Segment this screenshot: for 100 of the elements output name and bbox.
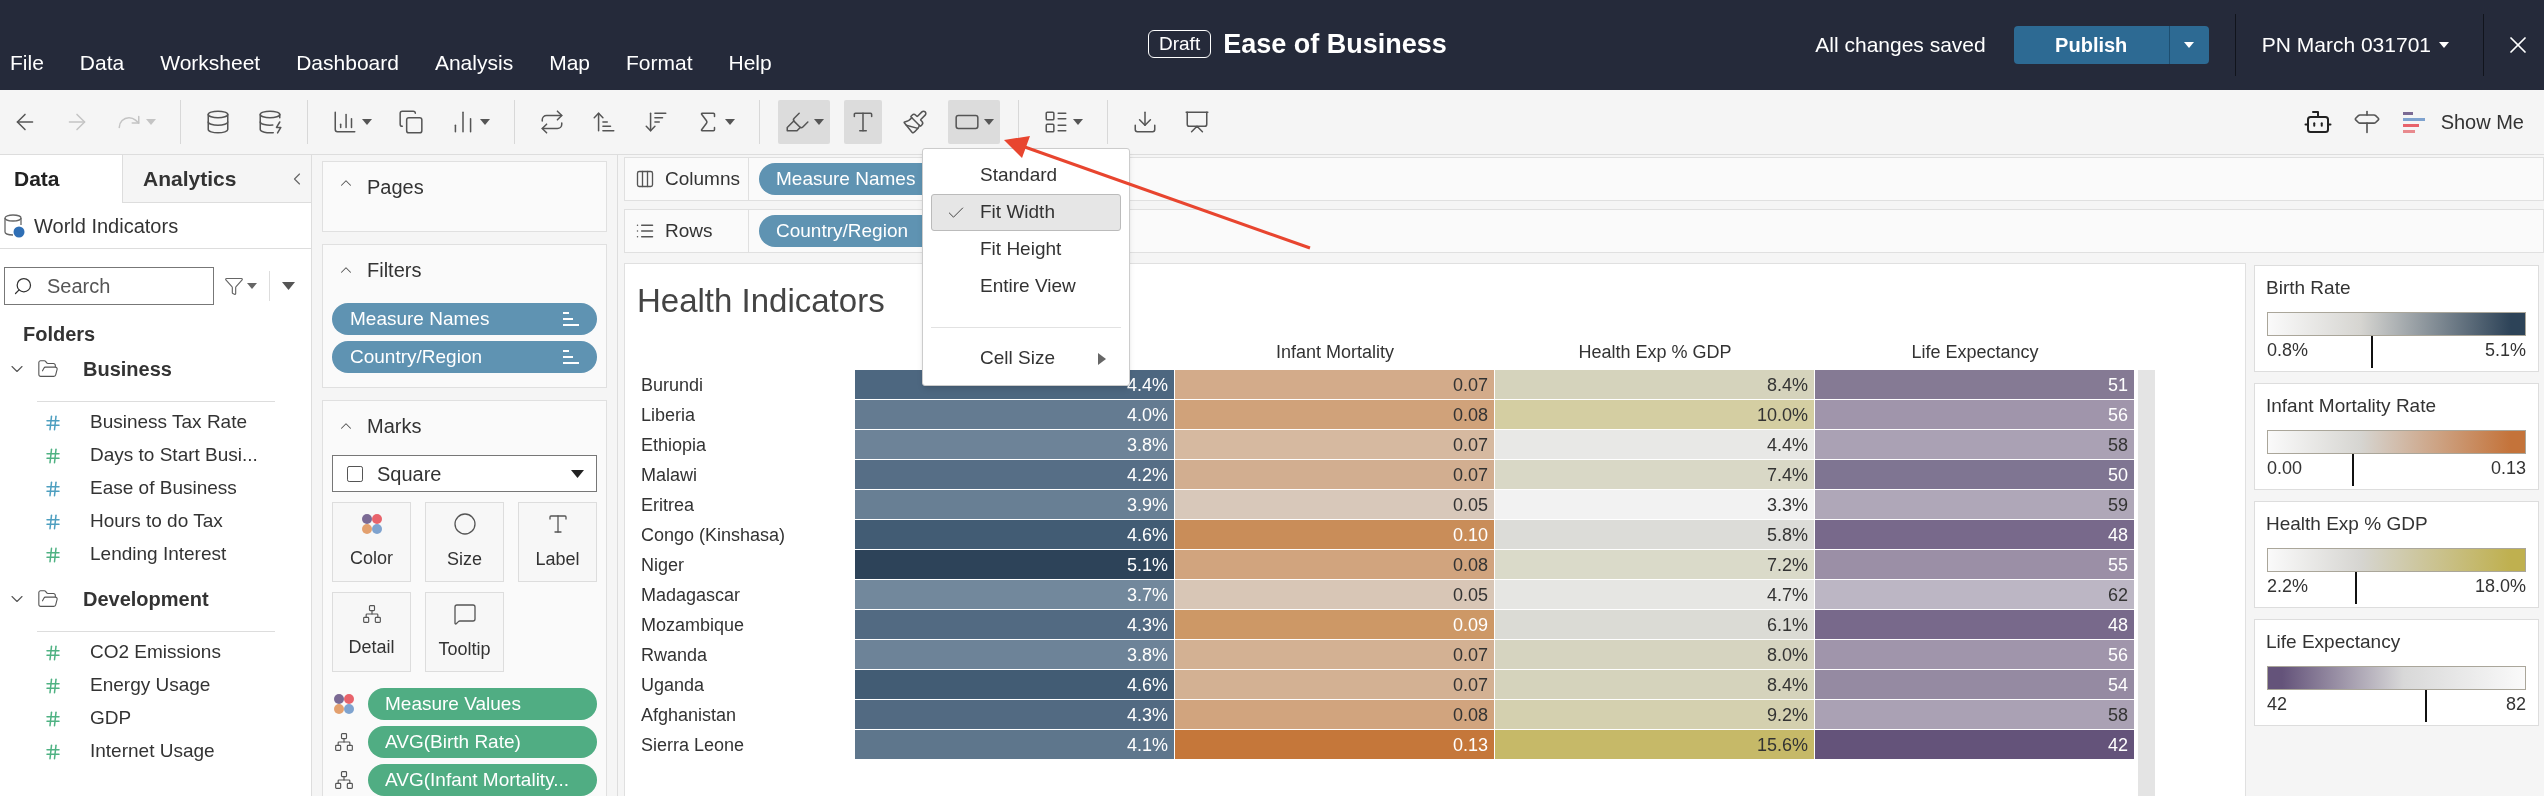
scrollbar[interactable]: [2138, 369, 2155, 796]
table-cell: 4.6%: [855, 519, 1175, 550]
toolbar-button[interactable]: [844, 100, 882, 144]
swap-icon: [539, 109, 565, 135]
table-cell: 4.0%: [855, 399, 1175, 430]
pill-label: Country/Region: [350, 344, 483, 369]
mark-type-dropdown[interactable]: Square: [332, 455, 597, 492]
table-cell: 62: [1815, 579, 2135, 610]
search-field[interactable]: Search: [4, 267, 214, 305]
color-dots-icon: [360, 512, 383, 535]
legend-title: Life Expectancy: [2266, 630, 2402, 654]
show-me-button[interactable]: Show Me: [2402, 107, 2524, 137]
caret-icon: [2439, 42, 2449, 48]
field-name[interactable]: Energy Usage: [90, 671, 211, 700]
columns-icon: [635, 169, 655, 189]
search-input[interactable]: Search: [47, 271, 197, 301]
table-cell: 0.08: [1175, 699, 1495, 730]
table-cell: 3.8%: [855, 639, 1175, 670]
menu-item[interactable]: Dashboard: [296, 47, 399, 79]
mark-property-button[interactable]: Label: [518, 502, 597, 582]
field-name[interactable]: Ease of Business: [90, 474, 237, 503]
menu-item[interactable]: Format: [626, 47, 693, 79]
table-cell: 3.8%: [855, 429, 1175, 460]
caret-icon: [282, 282, 295, 290]
table-cell: 9.2%: [1495, 699, 1815, 730]
table-cell: 56: [1815, 639, 2135, 670]
field-name[interactable]: Internet Usage: [90, 737, 215, 766]
pane-menu-button[interactable]: [282, 282, 295, 290]
table-cell: 8.4%: [1495, 669, 1815, 700]
caret-icon: [2184, 42, 2195, 48]
publish-dropdown[interactable]: [2168, 26, 2209, 64]
menu-option[interactable]: Fit Width: [931, 194, 1121, 231]
field-name[interactable]: Hours to do Tax: [90, 507, 223, 536]
submenu-arrow-icon: [1098, 352, 1106, 365]
caret-icon: [814, 119, 824, 125]
mark-property-button[interactable]: Tooltip: [425, 592, 504, 672]
row-header: Malawi: [640, 463, 698, 487]
hierarchy-icon: [334, 770, 354, 790]
menu-item[interactable]: Map: [549, 47, 590, 79]
menu-item[interactable]: File: [10, 47, 44, 79]
pane-tab[interactable]: Analytics: [122, 155, 282, 203]
user-menu[interactable]: PN March 031701: [2261, 29, 2449, 61]
table-cell: 8.0%: [1495, 639, 1815, 670]
table-cell: 7.2%: [1495, 549, 1815, 580]
field-name[interactable]: Business Tax Rate: [90, 408, 247, 437]
legend-title: Birth Rate: [2266, 276, 2352, 300]
folders-heading: Folders: [23, 322, 97, 347]
folder-name[interactable]: Development: [83, 584, 209, 614]
legend-min: 0.8%: [2267, 339, 2309, 362]
mark-property-button[interactable]: Size: [425, 502, 504, 582]
list-icon: [1043, 109, 1069, 135]
table-cell: 0.13: [1175, 729, 1495, 760]
field-name[interactable]: GDP: [90, 704, 132, 733]
table-cell: 0.05: [1175, 489, 1495, 520]
folder-icon: [37, 358, 59, 380]
legend-max: 18.0%: [2474, 575, 2526, 598]
folder-name[interactable]: Business: [83, 354, 172, 384]
mark-property-button[interactable]: Detail: [332, 592, 411, 672]
legend-min: 42: [2267, 693, 2288, 716]
table-cell: 0.07: [1175, 429, 1495, 460]
publish-button[interactable]: Publish: [2013, 26, 2169, 64]
draft-badge: Draft: [1148, 30, 1212, 59]
menu-item[interactable]: Data: [79, 47, 125, 79]
toolbar-button[interactable]: [778, 100, 830, 144]
caret-icon: [571, 469, 584, 478]
table-cell: 4.7%: [1495, 579, 1815, 610]
menu-option[interactable]: Entire View: [931, 268, 1121, 305]
bar-chart-icon: [2402, 110, 2427, 134]
rows-icon: [635, 221, 655, 241]
table-cell: 58: [1815, 699, 2135, 730]
table-cell: 0.07: [1175, 369, 1495, 400]
field-name[interactable]: CO2 Emissions: [90, 638, 221, 667]
card-title: Pages: [367, 175, 424, 200]
menu-item[interactable]: Analysis: [434, 47, 514, 79]
database-icon: [257, 109, 283, 135]
legend-min: 0.00: [2267, 457, 2303, 480]
table-cell: 48: [1815, 519, 2135, 550]
table-cell: 4.3%: [855, 609, 1175, 640]
table-cell: 0.08: [1175, 549, 1495, 580]
table-cell: 10.0%: [1495, 399, 1815, 430]
row-header: Sierra Leone: [640, 733, 746, 757]
field-name[interactable]: Days to Start Busi...: [90, 441, 258, 470]
table-cell: 0.05: [1175, 579, 1495, 610]
row-header: Rwanda: [640, 643, 709, 667]
menu-item[interactable]: Worksheet: [160, 47, 261, 79]
toolbar-button[interactable]: [948, 100, 1000, 144]
field-name[interactable]: Lending Interest: [90, 540, 227, 569]
table-cell: 4.4%: [1495, 429, 1815, 460]
square-icon: [345, 463, 365, 484]
table-cell: 56: [1815, 399, 2135, 430]
signpost-icon[interactable]: [2352, 108, 2381, 136]
caret-icon: [725, 119, 735, 125]
filter-button[interactable]: [224, 276, 257, 296]
mark-property-button[interactable]: Color: [332, 502, 411, 582]
table-cell: 48: [1815, 609, 2135, 640]
table-cell: 59: [1815, 489, 2135, 520]
menu-item[interactable]: Help: [728, 47, 772, 79]
duplicate-icon: [398, 109, 424, 135]
table-cell: 4.3%: [855, 699, 1175, 730]
chart-icon: [332, 109, 358, 135]
